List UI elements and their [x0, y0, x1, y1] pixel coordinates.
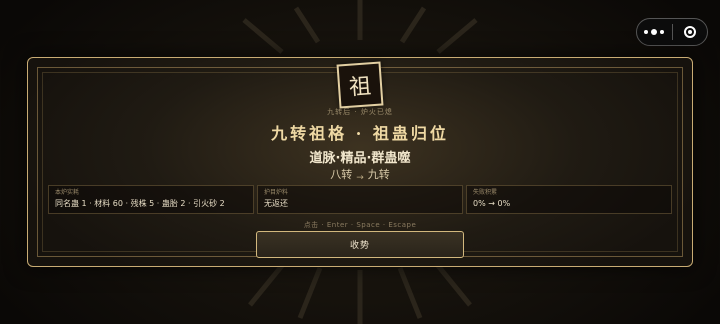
input-hint: 点击 · Enter · Space · Escape	[303, 221, 417, 229]
info-box-label: 失败积累	[473, 189, 498, 196]
info-box-label: 本炉实耗	[55, 189, 80, 196]
info-box-value: 无返还	[264, 199, 288, 208]
ancestor-seal-badge: 祖	[336, 61, 384, 109]
info-box-consumed: 本炉实耗 同名蛊 1 · 材料 60 · 残株 5 · 蛊胎 2 · 引火砂 2	[48, 185, 254, 214]
arrow-right-icon: →	[356, 173, 364, 183]
close-target-icon[interactable]	[672, 19, 707, 45]
info-box-protected: 护目炉料 无返还	[257, 185, 463, 214]
info-box-label: 护目炉料	[264, 189, 289, 196]
info-box-failure: 失败积累 0% → 0%	[466, 185, 672, 214]
seal-character: 祖	[348, 74, 373, 101]
more-dots-icon[interactable]	[637, 19, 672, 45]
collect-button[interactable]: 收势	[256, 231, 464, 258]
info-box-value: 0% → 0%	[473, 199, 511, 208]
info-box-value: 同名蛊 1 · 材料 60 · 残株 5 · 蛊胎 2 · 引火砂 2	[55, 199, 225, 208]
rank-transition: 八转 → 九转	[290, 166, 430, 183]
mini-program-capsule	[636, 18, 708, 46]
result-subtitle: 道脉·精品·群蛊噬	[309, 151, 411, 166]
rank-to: 九转	[367, 168, 390, 181]
panel-caption: 九转后 · 炉火已熄	[327, 108, 393, 116]
rank-from: 八转	[330, 168, 353, 181]
result-title: 九转祖格 · 祖蛊归位	[271, 124, 449, 143]
